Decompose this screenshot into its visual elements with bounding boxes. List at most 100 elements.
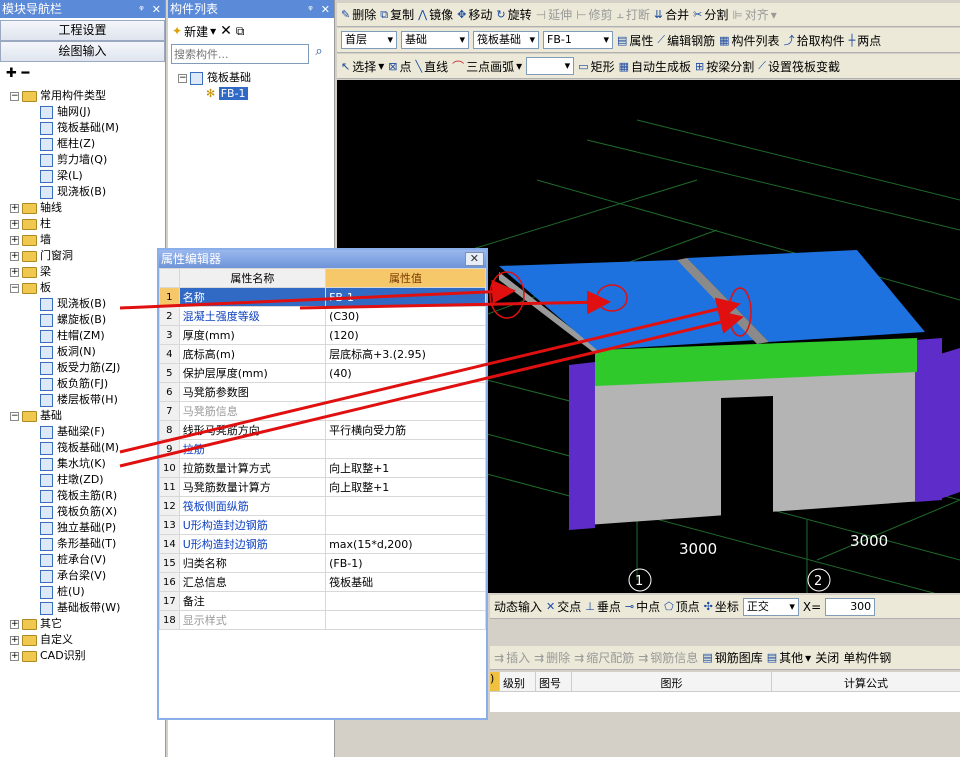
tree-item[interactable]: 柱墩(ZD) xyxy=(10,472,165,488)
tree-folder[interactable]: + CAD识别 xyxy=(10,648,165,664)
tree-item[interactable]: 基础板带(W) xyxy=(10,600,165,616)
align-button[interactable]: ⊫ 对齐 ▾ xyxy=(732,6,777,23)
move-button[interactable]: ✥ 移动 xyxy=(457,6,492,23)
vertex-snap[interactable]: ⬠ 顶点 xyxy=(664,598,700,615)
property-row[interactable]: 14 U形构造封边钢筋 max(15*d,200) xyxy=(159,534,486,554)
tree-item[interactable]: 桩承台(V) xyxy=(10,552,165,568)
point-button[interactable]: ⊠ 点 xyxy=(388,58,411,75)
scale-rebar-button[interactable]: ⇉ 缩尺配筋 xyxy=(574,649,634,666)
tree-item[interactable]: 筏板基础(M) xyxy=(10,440,165,456)
ortho-select[interactable]: 正交 ▾ xyxy=(742,597,799,616)
extend-button[interactable]: ⊣ 延伸 xyxy=(536,6,572,23)
tree-item[interactable]: 条形基础(T) xyxy=(10,536,165,552)
delete-row-button[interactable]: ⇉ 删除 xyxy=(534,649,570,666)
two-point-button[interactable]: ┼ 两点 xyxy=(849,32,882,49)
search-icon[interactable]: ⌕ xyxy=(309,44,329,64)
arc-button[interactable]: ⌒ 三点画弧 ▾ xyxy=(452,58,522,75)
tree-expander[interactable]: + xyxy=(10,651,19,661)
property-row[interactable]: 11 马凳筋数量计算方 向上取整+1 xyxy=(159,477,486,497)
pick-component-button[interactable]: ⤴ 拾取构件 xyxy=(784,32,845,49)
draw-input-button[interactable]: 绘图输入 xyxy=(0,41,165,62)
pin-icon[interactable]: ᵠ xyxy=(135,3,148,16)
split-by-beam-button[interactable]: ⊞ 按梁分割 xyxy=(695,58,754,75)
property-row[interactable]: 7 马凳筋信息 xyxy=(159,401,486,421)
arc-option-select[interactable]: ▾ xyxy=(526,57,575,75)
insert-button[interactable]: ⇉ 插入 xyxy=(494,649,530,666)
tree-folder[interactable]: + 自定义 xyxy=(10,632,165,648)
tree-expander[interactable]: + xyxy=(10,203,19,213)
component-list-button[interactable]: ▦ 构件列表 xyxy=(719,32,779,49)
tree-expander[interactable]: + xyxy=(10,219,19,229)
tree-item[interactable]: 承台梁(V) xyxy=(10,568,165,584)
property-value[interactable]: 向上取整+1 xyxy=(325,458,486,478)
tree-item[interactable]: 筏板基础(M) xyxy=(10,120,165,136)
rebar-info-button[interactable]: ⇉ 钢筋信息 xyxy=(638,649,698,666)
property-row[interactable]: 6 马凳筋参数图 xyxy=(159,382,486,402)
property-value[interactable]: 筏板基础 xyxy=(325,572,486,592)
close-button[interactable]: 关闭 xyxy=(815,649,839,666)
project-settings-button[interactable]: 工程设置 xyxy=(0,20,165,41)
property-row[interactable]: 16 汇总信息 筏板基础 xyxy=(159,572,486,592)
property-row[interactable]: 13 U形构造封边钢筋 xyxy=(159,515,486,535)
property-value[interactable]: max(15*d,200) xyxy=(325,534,486,554)
mirror-button[interactable]: ⋀ 镜像 xyxy=(418,6,453,23)
tree-folder[interactable]: + 柱 xyxy=(10,216,165,232)
floor-select[interactable]: 首层 ▾ xyxy=(341,31,397,49)
property-row[interactable]: 3 厚度(mm) (120) xyxy=(159,325,486,345)
break-button[interactable]: ⫠ 打断 xyxy=(617,6,650,23)
tree-folder[interactable]: − 板 xyxy=(10,280,165,296)
tree-folder[interactable]: + 墙 xyxy=(10,232,165,248)
tree-item[interactable]: 板受力筋(ZJ) xyxy=(10,360,165,376)
tree-expander[interactable]: − xyxy=(10,91,19,101)
tree-folder[interactable]: + 门窗洞 xyxy=(10,248,165,264)
property-value[interactable]: 向上取整+1 xyxy=(325,477,486,497)
tree-folder[interactable]: + 梁 xyxy=(10,264,165,280)
copy-button[interactable]: ⧉ 复制 xyxy=(380,6,414,23)
edit-rebar-button[interactable]: ⟋ 编辑钢筋 xyxy=(657,32,715,49)
tree-folder[interactable]: + 轴线 xyxy=(10,200,165,216)
tree-expander[interactable]: + xyxy=(10,251,19,261)
property-value[interactable]: (120) xyxy=(325,325,486,345)
dynamic-input-button[interactable]: 动态输入 xyxy=(494,598,542,615)
close-icon[interactable]: ✕ xyxy=(464,252,484,266)
tree-item[interactable]: 桩(U) xyxy=(10,584,165,600)
property-row[interactable]: 15 归类名称 (FB-1) xyxy=(159,553,486,573)
tree-expander[interactable]: + xyxy=(10,235,19,245)
tree-root[interactable]: 筏板基础 xyxy=(207,71,251,84)
property-row[interactable]: 12 筏板侧面纵筋 xyxy=(159,496,486,516)
tree-expander[interactable]: − xyxy=(10,411,19,421)
tree-item[interactable]: 楼层板带(H) xyxy=(10,392,165,408)
tree-folder[interactable]: − 常用构件类型 xyxy=(10,88,165,104)
tree-folder[interactable]: − 基础 xyxy=(10,408,165,424)
property-row[interactable]: 4 底标高(m) 层底标高+3.(2.95) xyxy=(159,344,486,364)
property-value[interactable] xyxy=(325,515,486,535)
delete-button[interactable]: ✎ 删除 xyxy=(341,6,376,23)
properties-button[interactable]: ▤ 属性 xyxy=(617,32,653,49)
tree-item[interactable]: 螺旋板(B) xyxy=(10,312,165,328)
tree-folder[interactable]: + 其它 xyxy=(10,616,165,632)
collapse-all-icon[interactable]: ━ xyxy=(21,66,29,81)
tree-expander[interactable]: − xyxy=(178,73,187,83)
property-row[interactable]: 17 备注 xyxy=(159,591,486,611)
tree-item[interactable]: 框柱(Z) xyxy=(10,136,165,152)
rotate-button[interactable]: ↻ 旋转 xyxy=(496,6,531,23)
delete-icon[interactable]: ✕ xyxy=(220,23,232,39)
property-value[interactable] xyxy=(325,610,486,630)
coordinate-snap[interactable]: ✣ 坐标 xyxy=(704,598,739,615)
property-value[interactable]: 平行横向受力筋 xyxy=(325,420,486,440)
tree-item[interactable]: 筏板主筋(R) xyxy=(10,488,165,504)
rectangle-button[interactable]: ▭ 矩形 xyxy=(578,58,614,75)
property-value[interactable] xyxy=(325,401,486,421)
property-row[interactable]: 18 显示样式 xyxy=(159,610,486,630)
tree-item-fb1[interactable]: FB-1 xyxy=(218,87,248,100)
property-row[interactable]: 9 拉筋 xyxy=(159,439,486,459)
tree-expander[interactable]: + xyxy=(10,635,19,645)
property-row[interactable]: 5 保护层厚度(mm) (40) xyxy=(159,363,486,383)
intersection-snap[interactable]: ✕ 交点 xyxy=(546,598,581,615)
property-value[interactable]: (C30) xyxy=(325,306,486,326)
perpendicular-snap[interactable]: ⊥ 垂点 xyxy=(585,598,621,615)
tree-item[interactable]: 基础梁(F) xyxy=(10,424,165,440)
property-value[interactable] xyxy=(325,382,486,402)
auto-generate-slab-button[interactable]: ▦ 自动生成板 xyxy=(619,58,691,75)
tree-item[interactable]: 现浇板(B) xyxy=(10,296,165,312)
